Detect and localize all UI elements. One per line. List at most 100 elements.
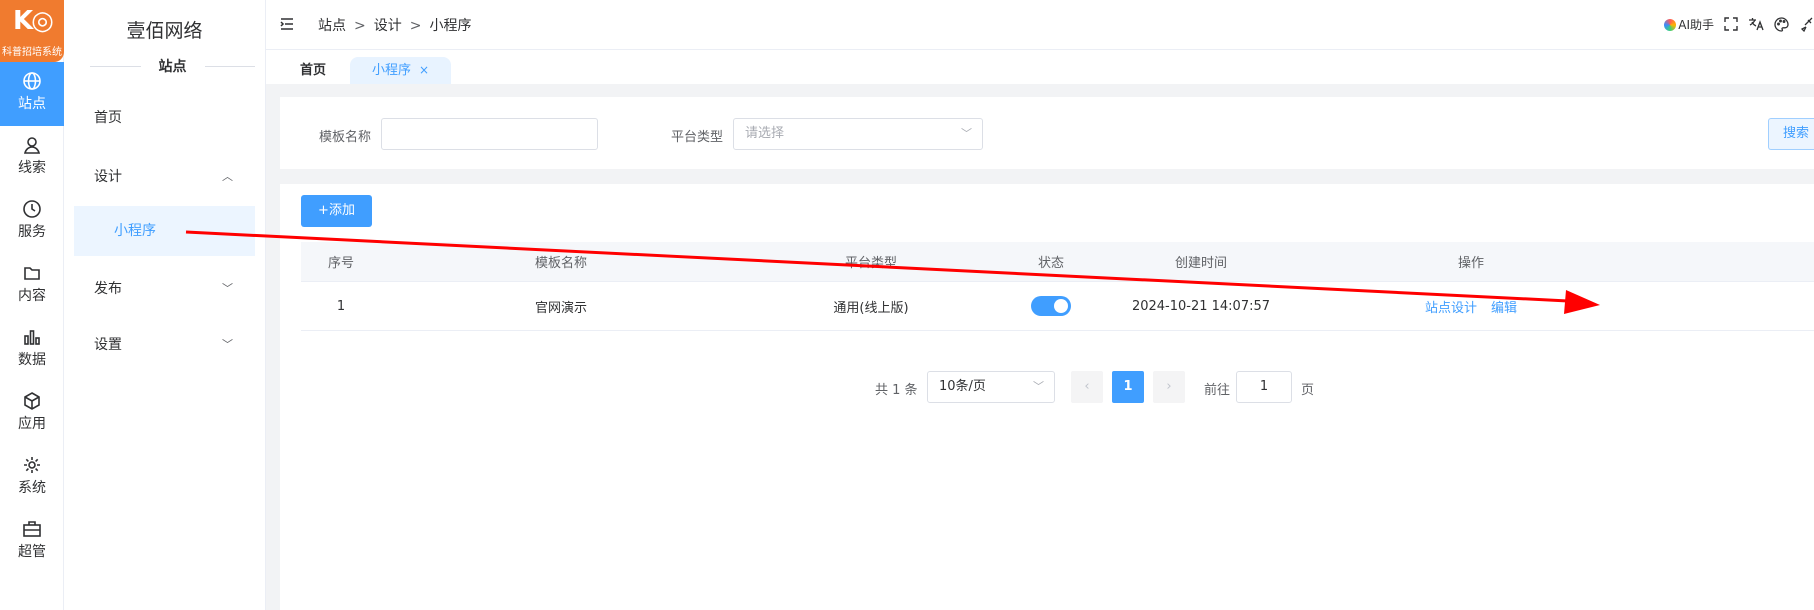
tab-miniapp[interactable]: 小程序 × (350, 57, 452, 84)
column-header: 模板名称 (534, 256, 587, 271)
ai-assistant-button[interactable]: AI助手 (1664, 16, 1714, 33)
chevron-right-icon: › (1166, 379, 1172, 394)
translate-icon[interactable] (1748, 17, 1764, 31)
globe-icon (23, 72, 41, 90)
menu-fold-icon[interactable] (280, 17, 294, 31)
fullscreen-icon[interactable] (1724, 17, 1738, 31)
tab-bar: 首页 小程序 × (266, 50, 1814, 84)
cube-icon (24, 392, 40, 410)
site-design-link[interactable]: 站点设计 (1425, 297, 1477, 316)
prev-page-button[interactable]: ‹ (1071, 371, 1103, 403)
goto-page-input[interactable]: 1 (1236, 371, 1292, 403)
brush-icon[interactable] (1799, 17, 1814, 32)
rail-item-content[interactable]: 内容 (0, 254, 64, 318)
next-page-button[interactable]: › (1153, 371, 1185, 403)
page-size-value: 10条/页 (939, 379, 986, 394)
breadcrumb-separator: > (354, 18, 366, 34)
brand-title: 壹佰网络 (126, 20, 203, 42)
breadcrumb-separator: > (409, 18, 422, 34)
search-form: 模板名称 平台类型 请选择 ﹀ 搜索 (280, 97, 1814, 169)
menu-item-label: 设置 (94, 337, 122, 353)
folder-icon (24, 267, 40, 280)
search-button[interactable]: 搜索 (1768, 118, 1814, 150)
logo-mark-icon: K◎ (13, 6, 54, 36)
logo-caption: 科普招培系统 (2, 47, 62, 58)
tab-home[interactable]: 首页 (278, 57, 348, 84)
clock-icon (23, 200, 41, 218)
add-button[interactable]: +添加 (301, 195, 372, 227)
chevron-down-icon: ﹀ (961, 127, 972, 140)
close-icon[interactable]: × (419, 63, 429, 77)
column-header: 平台类型 (844, 256, 897, 271)
template-name-label: 模板名称 (319, 130, 372, 145)
app-root: K◎ 科普招培系统 站点 线索 服务 内容 数据 应用 系统 超管 壹佰网络 站… (0, 0, 1814, 610)
submenu-panel: 壹佰网络 站点 首页 设计 ︿ 小程序 发布 ﹀ 设置 ﹀ (64, 0, 266, 610)
rail-label: 内容 (18, 288, 46, 304)
rail-item-data[interactable]: 数据 (0, 318, 64, 382)
column-header: 操作 (1457, 256, 1484, 271)
menu-item-label: 发布 (94, 281, 122, 297)
menu-item-settings[interactable]: 设置 ﹀ (74, 321, 255, 369)
chevron-left-icon: ‹ (1084, 379, 1090, 394)
menu-item-home[interactable]: 首页 (74, 94, 255, 142)
menu-item-label: 首页 (94, 110, 122, 126)
header-tools: AI助手 (1664, 14, 1814, 34)
breadcrumb-item[interactable]: 设计 (374, 18, 402, 34)
rail-item-site[interactable]: 站点 (0, 62, 64, 126)
rail-item-system[interactable]: 系统 (0, 446, 64, 510)
edit-link[interactable]: 编辑 (1491, 297, 1517, 316)
pagination: 共 1 条 10条/页 ﹀ ‹ 1 › 前往 1 页 (280, 371, 1814, 403)
column-header: 状态 (1037, 256, 1064, 271)
breadcrumb-item[interactable]: 站点 (318, 18, 346, 34)
rail-label: 线索 (18, 160, 46, 176)
row-platform: 通用(线上版) (833, 300, 909, 316)
column-header: 创建时间 (1174, 256, 1227, 271)
row-status (1001, 282, 1101, 330)
row-template-name: 官网演示 (534, 300, 587, 316)
page-number-button[interactable]: 1 (1112, 371, 1144, 403)
pagination-total: 共 1 条 (875, 383, 918, 398)
platform-type-select[interactable]: 请选择 ﹀ (733, 118, 983, 150)
palette-icon[interactable] (1774, 16, 1789, 32)
top-header: 站点 > 设计 > 小程序 AI助手 (266, 0, 1814, 50)
gear-icon (24, 457, 40, 473)
menu-item-label: 设计 (94, 169, 122, 185)
section-divider: 站点 (90, 56, 255, 76)
chevron-down-icon: ﹀ (222, 282, 233, 295)
rail-item-apps[interactable]: 应用 (0, 382, 64, 446)
template-name-input[interactable] (381, 118, 598, 150)
menu-item-miniapp[interactable]: 小程序 (74, 206, 255, 256)
rail-label: 数据 (18, 352, 46, 368)
icon-rail: K◎ 科普招培系统 站点 线索 服务 内容 数据 应用 系统 超管 (0, 0, 64, 610)
column-header: 序号 (327, 256, 354, 271)
rail-item-service[interactable]: 服务 (0, 190, 64, 254)
bar-chart-icon (24, 330, 40, 345)
platform-type-placeholder: 请选择 (745, 126, 785, 141)
chevron-down-icon: ﹀ (1033, 380, 1044, 393)
page-size-select[interactable]: 10条/页 ﹀ (927, 371, 1055, 403)
tab-label: 小程序 (372, 63, 412, 78)
ai-logo-icon (1664, 19, 1677, 31)
rail-label: 应用 (18, 416, 46, 432)
rail-label: 超管 (18, 544, 46, 560)
page-unit-label: 页 (1301, 383, 1315, 398)
row-index: 1 (336, 298, 346, 314)
section-title: 站点 (140, 56, 205, 76)
rail-item-admin[interactable]: 超管 (0, 510, 64, 574)
briefcase-icon (23, 521, 41, 537)
rail-label: 系统 (18, 480, 46, 496)
ai-assistant-label: AI助手 (1678, 17, 1714, 32)
platform-type-label: 平台类型 (671, 130, 724, 145)
rail-label: 服务 (18, 224, 46, 240)
rail-label: 站点 (18, 96, 46, 112)
menu-item-publish[interactable]: 发布 ﹀ (74, 265, 255, 313)
status-toggle[interactable] (1031, 296, 1071, 316)
menu-item-design[interactable]: 设计 ︿ (74, 153, 255, 201)
table-panel: +添加 序号 模板名称 平台类型 状态 创建时间 操作 1 官网演示 通用(线上… (280, 184, 1814, 610)
row-actions: 站点设计 编辑 (1301, 282, 1641, 330)
breadcrumb: 站点 > 设计 > 小程序 (318, 15, 471, 35)
rail-item-leads[interactable]: 线索 (0, 126, 64, 190)
table-header: 序号 模板名称 平台类型 状态 创建时间 操作 (301, 242, 1814, 282)
menu-item-label: 小程序 (114, 223, 156, 239)
logo[interactable]: K◎ 科普招培系统 (0, 0, 64, 62)
